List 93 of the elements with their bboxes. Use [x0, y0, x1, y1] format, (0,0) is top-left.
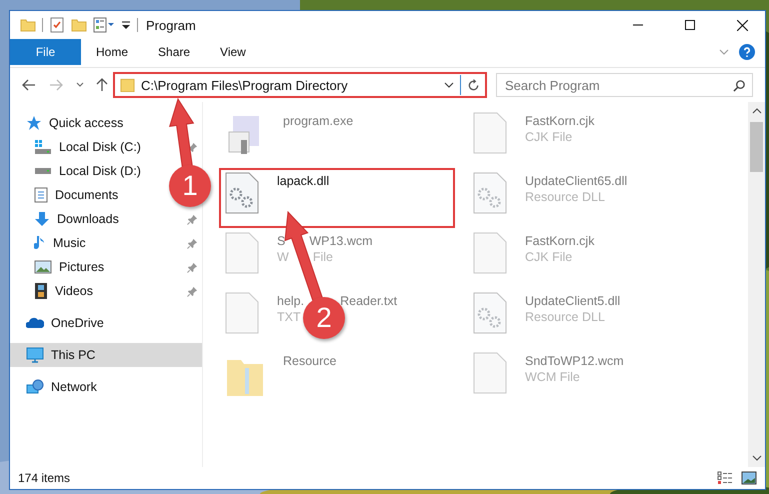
sidebar-item[interactable]: Pictures: [10, 255, 114, 279]
sidebar-label: Quick access: [49, 116, 124, 130]
up-icon[interactable]: [96, 78, 108, 92]
drive-icon: [34, 139, 52, 155]
customize-dropdown-icon[interactable]: [121, 20, 131, 30]
settings-file-icon: [473, 172, 507, 214]
maximize-icon: [685, 20, 695, 30]
cloud-icon: [26, 317, 44, 329]
help-icon[interactable]: [739, 44, 755, 60]
file-name: WP13.wcm: [309, 234, 373, 248]
sidebar-label: Local Disk (D:): [59, 164, 141, 178]
sidebar-item[interactable]: OneDrive: [10, 311, 202, 335]
file-type: Resource DLL: [525, 190, 606, 204]
drive-icon: [34, 167, 52, 175]
item-count: 174 items: [18, 471, 70, 485]
file-type: Resource DLL: [525, 310, 606, 324]
file-name: FastKorn.cjk: [525, 234, 594, 248]
scrollbar[interactable]: [748, 102, 765, 467]
ribbon-tab[interactable]: View: [205, 39, 261, 65]
pin-icon[interactable]: [187, 214, 198, 224]
document-icon: [34, 187, 48, 203]
star-icon: [26, 115, 42, 131]
file-name: FastKorn.cjk: [525, 114, 594, 128]
scroll-up-icon[interactable]: [752, 108, 762, 114]
sidebar-label: Videos: [55, 284, 93, 298]
file-icon: [473, 352, 507, 394]
file-type: W: [277, 250, 289, 264]
film-icon: [34, 282, 48, 300]
search-icon[interactable]: [733, 79, 746, 92]
recent-locations-icon[interactable]: [76, 82, 84, 88]
sidebar-label: Pictures: [59, 260, 104, 274]
file-name: Resource: [283, 354, 336, 368]
file-name: SndToWP12.wcm: [525, 354, 624, 368]
sidebar-label: Music: [53, 236, 86, 250]
sidebar-label: Documents: [55, 188, 118, 202]
large-icons-view-icon[interactable]: [741, 471, 757, 485]
folder-icon: [120, 77, 135, 93]
details-view-icon[interactable]: [717, 471, 733, 485]
download-arrow-icon: [34, 211, 50, 227]
sidebar-label: This PC: [51, 348, 96, 362]
window-title: Program: [146, 18, 196, 32]
sidebar-item[interactable]: Documents: [10, 183, 128, 207]
checklist-icon[interactable]: [49, 17, 65, 33]
file-icon: [225, 232, 259, 274]
file-icon: [473, 112, 507, 154]
file-type: TXT: [277, 310, 301, 324]
ribbon-tab[interactable]: File: [10, 39, 81, 65]
file-type: File: [312, 250, 333, 264]
sidebar-label: Network: [51, 380, 97, 394]
file-type: CJK File: [525, 250, 574, 264]
sidebar-item[interactable]: Local Disk (D:): [10, 159, 151, 183]
pin-icon[interactable]: [187, 286, 198, 296]
file-name: lapack.dll: [277, 174, 330, 188]
music-note-icon: [34, 235, 46, 251]
scroll-down-icon[interactable]: [752, 455, 762, 461]
file-name: program.exe: [283, 114, 354, 128]
address-bar[interactable]: C:\Program Files\Program Directory: [113, 72, 487, 98]
sidebar-label: OneDrive: [51, 316, 104, 330]
pin-icon[interactable]: [187, 238, 198, 248]
sidebar-item[interactable]: This PC: [10, 343, 202, 367]
close-icon: [736, 20, 748, 30]
back-icon[interactable]: [22, 79, 36, 91]
picture-icon: [34, 260, 52, 274]
network-icon: [26, 379, 44, 395]
address-path: C:\Program Files\Program Directory: [141, 78, 349, 92]
search-field[interactable]: Search Program: [496, 73, 753, 97]
file-name: UpdateClient5.dll: [525, 294, 620, 308]
file-name: S: [277, 234, 286, 248]
sidebar-item[interactable]: Local Disk (C:): [10, 135, 151, 159]
sidebar-item[interactable]: Quick access: [10, 111, 202, 135]
sidebar-label: Downloads: [57, 212, 119, 226]
settings-file-icon: [225, 172, 259, 214]
sidebar-item[interactable]: Network: [10, 375, 202, 399]
file-name: help.: [277, 294, 304, 308]
computer-icon: [26, 347, 44, 363]
settings-file-icon: [473, 292, 507, 334]
scrollbar-thumb[interactable]: [750, 122, 763, 172]
properties-icon[interactable]: [93, 17, 115, 33]
ribbon-tab[interactable]: Home: [81, 39, 144, 65]
file-type: WCM File: [525, 370, 581, 384]
sidebar-item[interactable]: Videos: [10, 279, 103, 303]
file-type: CJK File: [525, 130, 574, 144]
file-icon: [473, 232, 507, 274]
pin-icon[interactable]: [187, 262, 198, 272]
sidebar-item[interactable]: Music: [10, 231, 96, 255]
refresh-icon[interactable]: [467, 78, 480, 92]
file-icon: [225, 292, 259, 334]
sidebar-item[interactable]: Downloads: [10, 207, 129, 231]
sidebar-label: Local Disk (C:): [59, 140, 141, 154]
expand-ribbon-icon[interactable]: [719, 49, 729, 55]
dropdown-icon[interactable]: [444, 82, 454, 88]
ribbon-tab[interactable]: Share: [143, 39, 206, 65]
file-name: UpdateClient65.dll: [525, 174, 628, 188]
